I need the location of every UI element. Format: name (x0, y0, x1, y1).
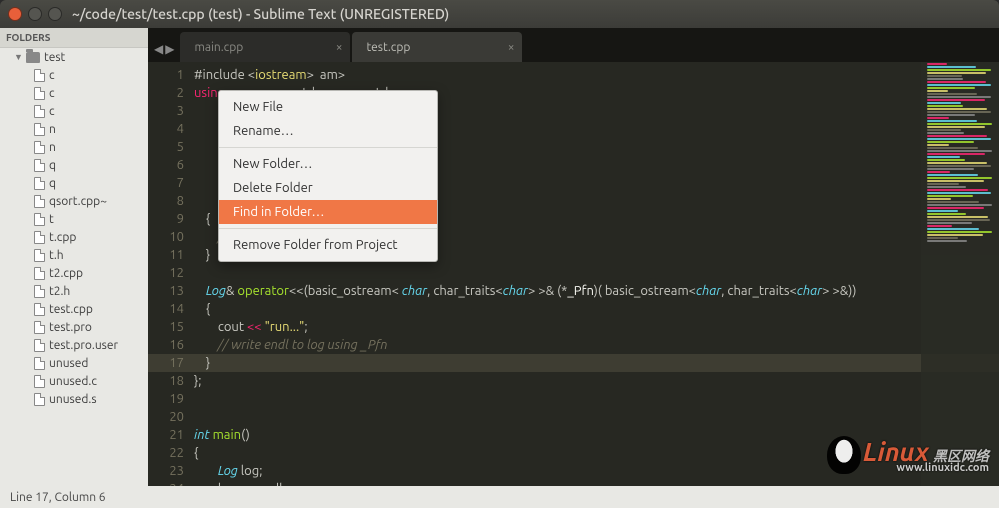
tab-test-cpp[interactable]: test.cpp × (352, 32, 522, 62)
file-row[interactable]: test.pro.user (0, 336, 148, 354)
file-row[interactable]: unused (0, 354, 148, 372)
folders-sidebar: FOLDERS ▼testcccnnqqqsort.cpp~tt.cppt.ht… (0, 28, 148, 486)
menu-item-new-folder[interactable]: New Folder… (219, 152, 437, 176)
file-row[interactable]: t (0, 210, 148, 228)
folder-row-root[interactable]: ▼ test (0, 48, 148, 66)
tab-label: main.cpp (194, 41, 243, 54)
file-row[interactable]: t.h (0, 246, 148, 264)
file-icon (34, 231, 45, 244)
tab-label: test.cpp (366, 41, 410, 54)
window-controls (8, 7, 62, 21)
titlebar: ~/code/test/test.cpp (test) - Sublime Te… (0, 0, 999, 28)
file-icon (34, 141, 45, 154)
tab-bar: ◀ ▶ main.cpp × test.cpp × (148, 28, 999, 62)
file-icon (34, 321, 45, 334)
file-row[interactable]: c (0, 84, 148, 102)
file-row[interactable]: t.cpp (0, 228, 148, 246)
file-icon (34, 123, 45, 136)
tab-nav-arrows[interactable]: ◀ ▶ (154, 42, 174, 56)
file-label: n (49, 141, 56, 154)
menu-item-remove-folder-from-project[interactable]: Remove Folder from Project (219, 233, 437, 257)
file-row[interactable]: c (0, 66, 148, 84)
file-label: c (49, 69, 55, 82)
file-label: n (49, 123, 56, 136)
file-row[interactable]: n (0, 120, 148, 138)
file-label: test.pro (49, 321, 92, 334)
file-icon (34, 249, 45, 262)
file-icon (34, 375, 45, 388)
file-label: qsort.cpp~ (49, 195, 107, 208)
file-icon (34, 87, 45, 100)
file-label: c (49, 87, 55, 100)
menu-item-delete-folder[interactable]: Delete Folder (219, 176, 437, 200)
file-row[interactable]: q (0, 174, 148, 192)
file-icon (34, 195, 45, 208)
file-icon (34, 357, 45, 370)
menu-item-find-in-folder[interactable]: Find in Folder… (219, 200, 437, 224)
line-gutter: 123456789101112131415161718192021222324 (148, 62, 194, 486)
file-label: test.pro.user (49, 339, 118, 352)
file-row[interactable]: q (0, 156, 148, 174)
file-label: unused.c (49, 375, 97, 388)
tab-main-cpp[interactable]: main.cpp × (180, 32, 350, 62)
file-label: t2.cpp (49, 267, 83, 280)
file-row[interactable]: t2.cpp (0, 264, 148, 282)
file-label: t2.h (49, 285, 70, 298)
file-row[interactable]: test.pro (0, 318, 148, 336)
file-label: unused (49, 357, 88, 370)
menu-separator (219, 147, 437, 148)
window-title: ~/code/test/test.cpp (test) - Sublime Te… (72, 6, 991, 22)
file-row[interactable]: unused.c (0, 372, 148, 390)
file-row[interactable]: unused.s (0, 390, 148, 408)
file-icon (34, 213, 45, 226)
file-icon (34, 105, 45, 118)
file-icon (34, 393, 45, 406)
file-label: c (49, 105, 55, 118)
file-label: test.cpp (49, 303, 93, 316)
file-icon (34, 303, 45, 316)
watermark: Linux黑区网络 www.linuxidc.com (827, 436, 989, 474)
file-icon (34, 267, 45, 280)
file-icon (34, 159, 45, 172)
file-label: t (49, 213, 54, 226)
file-row[interactable]: n (0, 138, 148, 156)
file-row[interactable]: t2.h (0, 282, 148, 300)
chevron-down-icon: ▼ (14, 52, 22, 62)
menu-item-new-file[interactable]: New File (219, 95, 437, 119)
close-icon[interactable] (8, 7, 22, 21)
file-icon (34, 339, 45, 352)
chevron-right-icon[interactable]: ▶ (165, 42, 174, 56)
file-row[interactable]: c (0, 102, 148, 120)
status-bar: Line 17, Column 6 (0, 486, 999, 508)
app-window: ~/code/test/test.cpp (test) - Sublime Te… (0, 0, 999, 508)
maximize-icon[interactable] (48, 7, 62, 21)
minimize-icon[interactable] (28, 7, 42, 21)
cursor-position: Line 17, Column 6 (10, 491, 106, 504)
file-label: t.cpp (49, 231, 76, 244)
folder-icon (26, 52, 40, 63)
file-label: unused.s (49, 393, 97, 406)
editor-area: ◀ ▶ main.cpp × test.cpp × 12345678910111213… (148, 28, 999, 486)
menu-item-rename[interactable]: Rename… (219, 119, 437, 143)
close-icon[interactable]: × (508, 41, 515, 54)
file-label: q (49, 177, 56, 190)
menu-separator (219, 228, 437, 229)
sidebar-header: FOLDERS (0, 28, 148, 48)
chevron-left-icon[interactable]: ◀ (154, 42, 163, 56)
folder-label: test (44, 51, 65, 64)
file-label: t.h (49, 249, 64, 262)
file-icon (34, 285, 45, 298)
file-row[interactable]: test.cpp (0, 300, 148, 318)
folder-context-menu[interactable]: New FileRename… New Folder…Delete FolderF… (218, 90, 438, 262)
file-row[interactable]: qsort.cpp~ (0, 192, 148, 210)
file-icon (34, 177, 45, 190)
tux-icon (827, 436, 861, 474)
file-icon (34, 69, 45, 82)
file-label: q (49, 159, 56, 172)
close-icon[interactable]: × (336, 41, 343, 54)
file-tree[interactable]: ▼testcccnnqqqsort.cpp~tt.cppt.ht2.cppt2.… (0, 48, 148, 486)
